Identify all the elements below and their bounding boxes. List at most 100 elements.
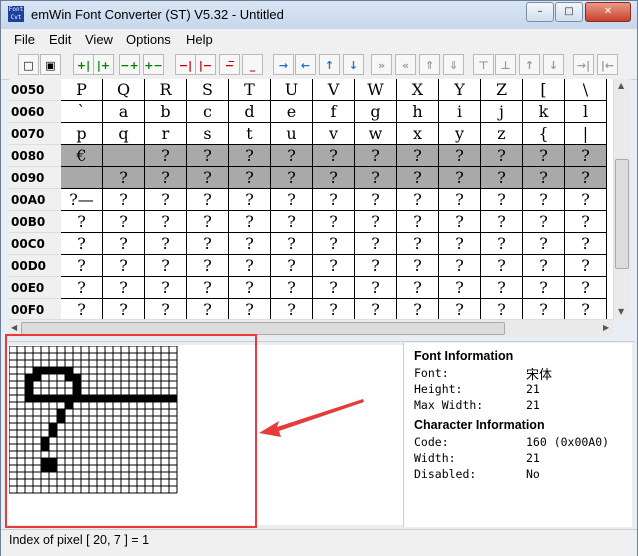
align-up-icon[interactable]: ↑ bbox=[519, 54, 540, 75]
char-cell[interactable]: ? bbox=[313, 233, 355, 255]
filled-pixel[interactable] bbox=[41, 395, 49, 402]
char-cell[interactable]: ? bbox=[271, 255, 313, 277]
char-cell[interactable]: ? bbox=[565, 189, 607, 211]
char-cell[interactable]: ? bbox=[523, 189, 565, 211]
scroll-up-icon[interactable]: ▲ bbox=[618, 81, 624, 90]
char-cell[interactable]: S bbox=[187, 79, 229, 101]
char-cell[interactable]: ? bbox=[313, 145, 355, 167]
char-cell[interactable]: ? bbox=[397, 233, 439, 255]
filled-pixel[interactable] bbox=[89, 395, 97, 402]
char-cell[interactable]: ? bbox=[187, 145, 229, 167]
char-cell[interactable]: ? bbox=[229, 277, 271, 299]
char-cell[interactable]: { bbox=[523, 123, 565, 145]
char-cell[interactable]: ? bbox=[61, 299, 103, 319]
char-cell[interactable]: ? bbox=[145, 299, 187, 319]
char-cell[interactable]: ? bbox=[187, 299, 229, 319]
filled-pixel[interactable] bbox=[49, 458, 57, 465]
filled-pixel[interactable] bbox=[73, 381, 81, 388]
char-cell[interactable]: ? bbox=[439, 277, 481, 299]
char-cell[interactable]: ? bbox=[481, 255, 523, 277]
char-cell[interactable]: ? bbox=[355, 145, 397, 167]
scroll-left-icon[interactable]: ◀ bbox=[11, 323, 17, 332]
char-cell[interactable]: \ bbox=[565, 79, 607, 101]
filled-pixel[interactable] bbox=[65, 374, 73, 381]
minimize-button[interactable]: – bbox=[526, 2, 554, 22]
filled-pixel[interactable] bbox=[113, 395, 121, 402]
char-cell[interactable]: ? bbox=[271, 145, 313, 167]
char-cell[interactable]: ? bbox=[523, 299, 565, 319]
char-cell[interactable]: ? bbox=[145, 211, 187, 233]
vertical-scrollbar[interactable]: ▲ ▼ bbox=[613, 79, 631, 319]
char-cell[interactable]: ? bbox=[103, 299, 145, 319]
char-cell[interactable]: ? bbox=[103, 189, 145, 211]
char-cell[interactable]: ? bbox=[481, 233, 523, 255]
char-cell[interactable]: e bbox=[271, 101, 313, 123]
filled-pixel[interactable] bbox=[33, 374, 41, 381]
char-cell[interactable]: ? bbox=[397, 167, 439, 189]
char-cell[interactable]: ? bbox=[565, 233, 607, 255]
char-cell[interactable]: ? bbox=[145, 277, 187, 299]
char-cell[interactable]: ? bbox=[565, 277, 607, 299]
filled-pixel[interactable] bbox=[121, 395, 129, 402]
char-cell[interactable]: b bbox=[145, 101, 187, 123]
filled-pixel[interactable] bbox=[169, 395, 177, 402]
move-left-icon[interactable]: ← bbox=[295, 54, 316, 75]
char-cell[interactable]: ? bbox=[313, 299, 355, 319]
char-cell[interactable]: a bbox=[103, 101, 145, 123]
char-cell[interactable]: ? bbox=[397, 299, 439, 319]
char-cell[interactable]: ?— bbox=[61, 189, 103, 211]
char-cell[interactable]: ? bbox=[523, 255, 565, 277]
char-cell[interactable]: w bbox=[355, 123, 397, 145]
filled-pixel[interactable] bbox=[137, 395, 145, 402]
char-cell[interactable]: q bbox=[103, 123, 145, 145]
char-cell[interactable]: c bbox=[187, 101, 229, 123]
horizontal-scroll-thumb[interactable] bbox=[21, 322, 505, 335]
filled-pixel[interactable] bbox=[25, 374, 33, 381]
align-down-icon[interactable]: ↓ bbox=[543, 54, 564, 75]
title-bar[interactable]: Font Cvt emWin Font Converter (ST) V5.32… bbox=[1, 1, 637, 29]
char-cell[interactable]: ? bbox=[397, 145, 439, 167]
char-cell[interactable]: ? bbox=[439, 145, 481, 167]
move-down-icon[interactable]: ↓ bbox=[343, 54, 364, 75]
filled-pixel[interactable] bbox=[41, 444, 49, 451]
char-cell[interactable]: p bbox=[61, 123, 103, 145]
char-cell[interactable]: ? bbox=[103, 277, 145, 299]
char-cell[interactable] bbox=[103, 145, 145, 167]
char-cell[interactable]: Q bbox=[103, 79, 145, 101]
filled-pixel[interactable] bbox=[65, 402, 73, 409]
char-cell[interactable]: ? bbox=[523, 145, 565, 167]
char-cell[interactable]: ? bbox=[439, 255, 481, 277]
char-cell[interactable]: ? bbox=[61, 277, 103, 299]
menu-edit[interactable]: Edit bbox=[49, 32, 71, 47]
pixel-grid[interactable] bbox=[9, 346, 185, 496]
filled-pixel[interactable] bbox=[97, 395, 105, 402]
char-cell[interactable]: ? bbox=[61, 255, 103, 277]
move-up-icon[interactable]: ↑ bbox=[319, 54, 340, 75]
char-cell[interactable]: ? bbox=[229, 167, 271, 189]
scroll-right-icon[interactable]: ▶ bbox=[603, 323, 609, 332]
char-cell[interactable]: ` bbox=[61, 101, 103, 123]
char-cell[interactable]: Y bbox=[439, 79, 481, 101]
char-cell[interactable]: ? bbox=[229, 299, 271, 319]
char-cell[interactable]: f bbox=[313, 101, 355, 123]
char-cell[interactable]: ? bbox=[313, 211, 355, 233]
align-top-icon[interactable]: ⊤ bbox=[473, 54, 494, 75]
char-cell[interactable]: ? bbox=[187, 189, 229, 211]
all-down-icon[interactable]: ⇓ bbox=[443, 54, 464, 75]
new-file-icon[interactable]: □ bbox=[18, 54, 39, 75]
char-cell[interactable]: ? bbox=[271, 211, 313, 233]
char-cell[interactable]: ? bbox=[481, 189, 523, 211]
char-cell[interactable]: g bbox=[355, 101, 397, 123]
char-cell[interactable]: U bbox=[271, 79, 313, 101]
insert-left-column-icon[interactable]: +| bbox=[73, 54, 94, 75]
char-cell[interactable]: ? bbox=[481, 277, 523, 299]
vertical-scroll-thumb[interactable] bbox=[615, 159, 629, 269]
char-cell[interactable]: ? bbox=[355, 189, 397, 211]
char-cell[interactable]: ? bbox=[523, 211, 565, 233]
char-cell[interactable]: ? bbox=[565, 255, 607, 277]
char-cell[interactable]: ? bbox=[355, 255, 397, 277]
char-cell[interactable]: ? bbox=[103, 255, 145, 277]
char-cell[interactable]: P bbox=[61, 79, 103, 101]
all-left-icon[interactable]: « bbox=[395, 54, 416, 75]
filled-pixel[interactable] bbox=[41, 465, 49, 472]
